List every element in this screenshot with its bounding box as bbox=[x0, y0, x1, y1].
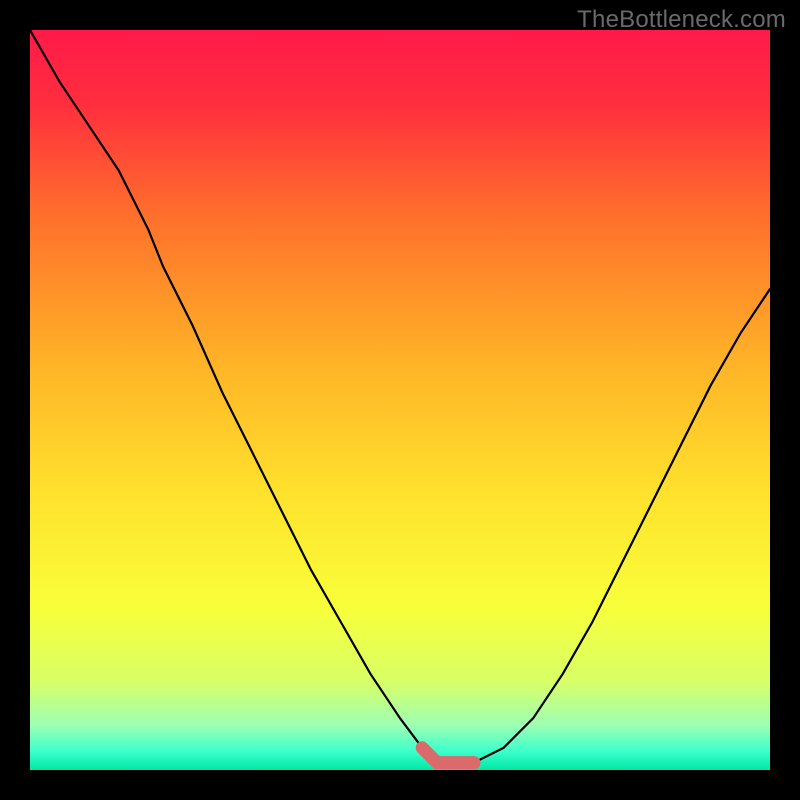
gradient-background bbox=[30, 30, 770, 770]
plot-area bbox=[30, 30, 770, 770]
chart-frame: TheBottleneck.com bbox=[0, 0, 800, 800]
chart-svg bbox=[30, 30, 770, 770]
watermark-text: TheBottleneck.com bbox=[577, 6, 786, 34]
